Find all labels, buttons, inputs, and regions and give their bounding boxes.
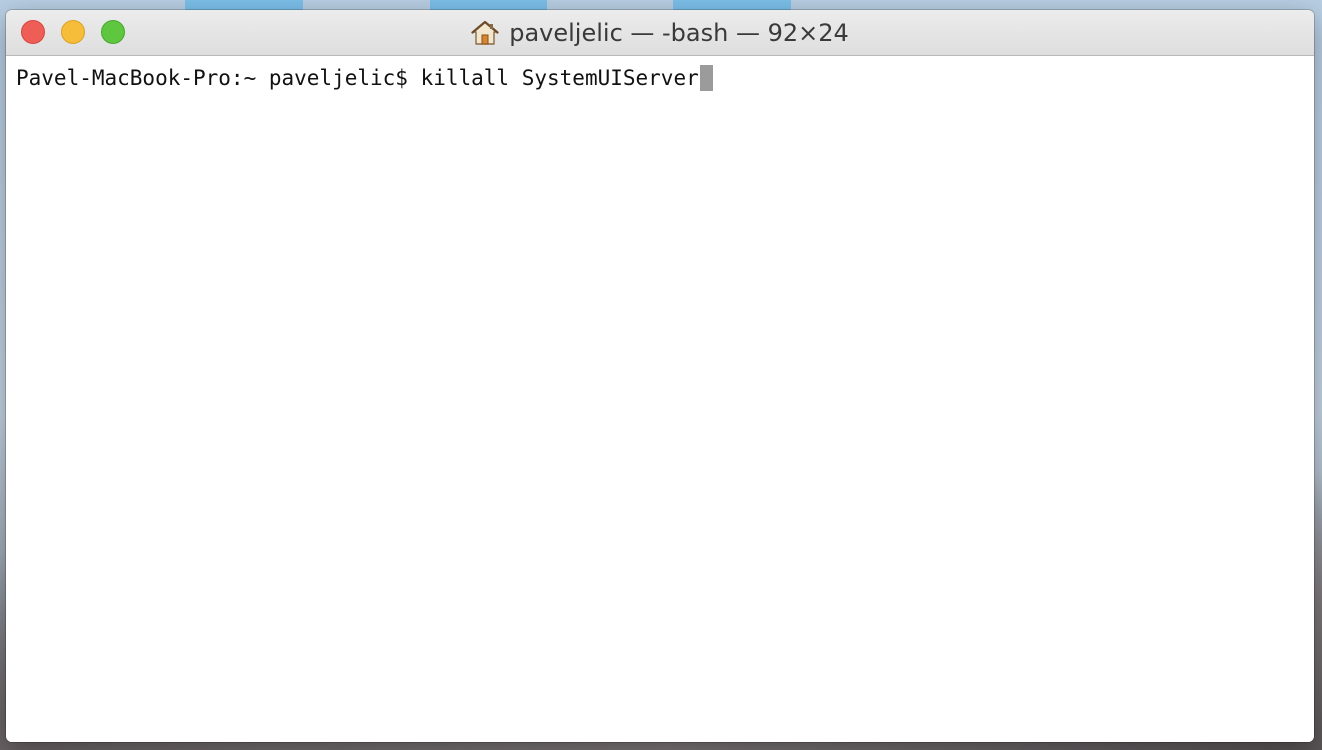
shell-prompt: Pavel-MacBook-Pro:~ paveljelic$ (16, 66, 421, 90)
window-title: paveljelic — -bash — 92×24 (509, 18, 849, 47)
title-group: paveljelic — -bash — 92×24 (6, 10, 1314, 55)
background-window-edge (430, 0, 547, 10)
terminal-line: Pavel-MacBook-Pro:~ paveljelic$ killall … (16, 64, 1304, 92)
text-cursor (699, 65, 713, 91)
home-folder-icon (471, 19, 499, 47)
background-window-edge (185, 0, 303, 10)
terminal-content[interactable]: Pavel-MacBook-Pro:~ paveljelic$ killall … (6, 56, 1314, 742)
command-text: killall SystemUIServer (420, 66, 699, 90)
background-window-edge (673, 0, 791, 10)
title-bar[interactable]: paveljelic — -bash — 92×24 (6, 10, 1314, 56)
terminal-window: paveljelic — -bash — 92×24 Pavel-MacBook… (6, 10, 1314, 742)
